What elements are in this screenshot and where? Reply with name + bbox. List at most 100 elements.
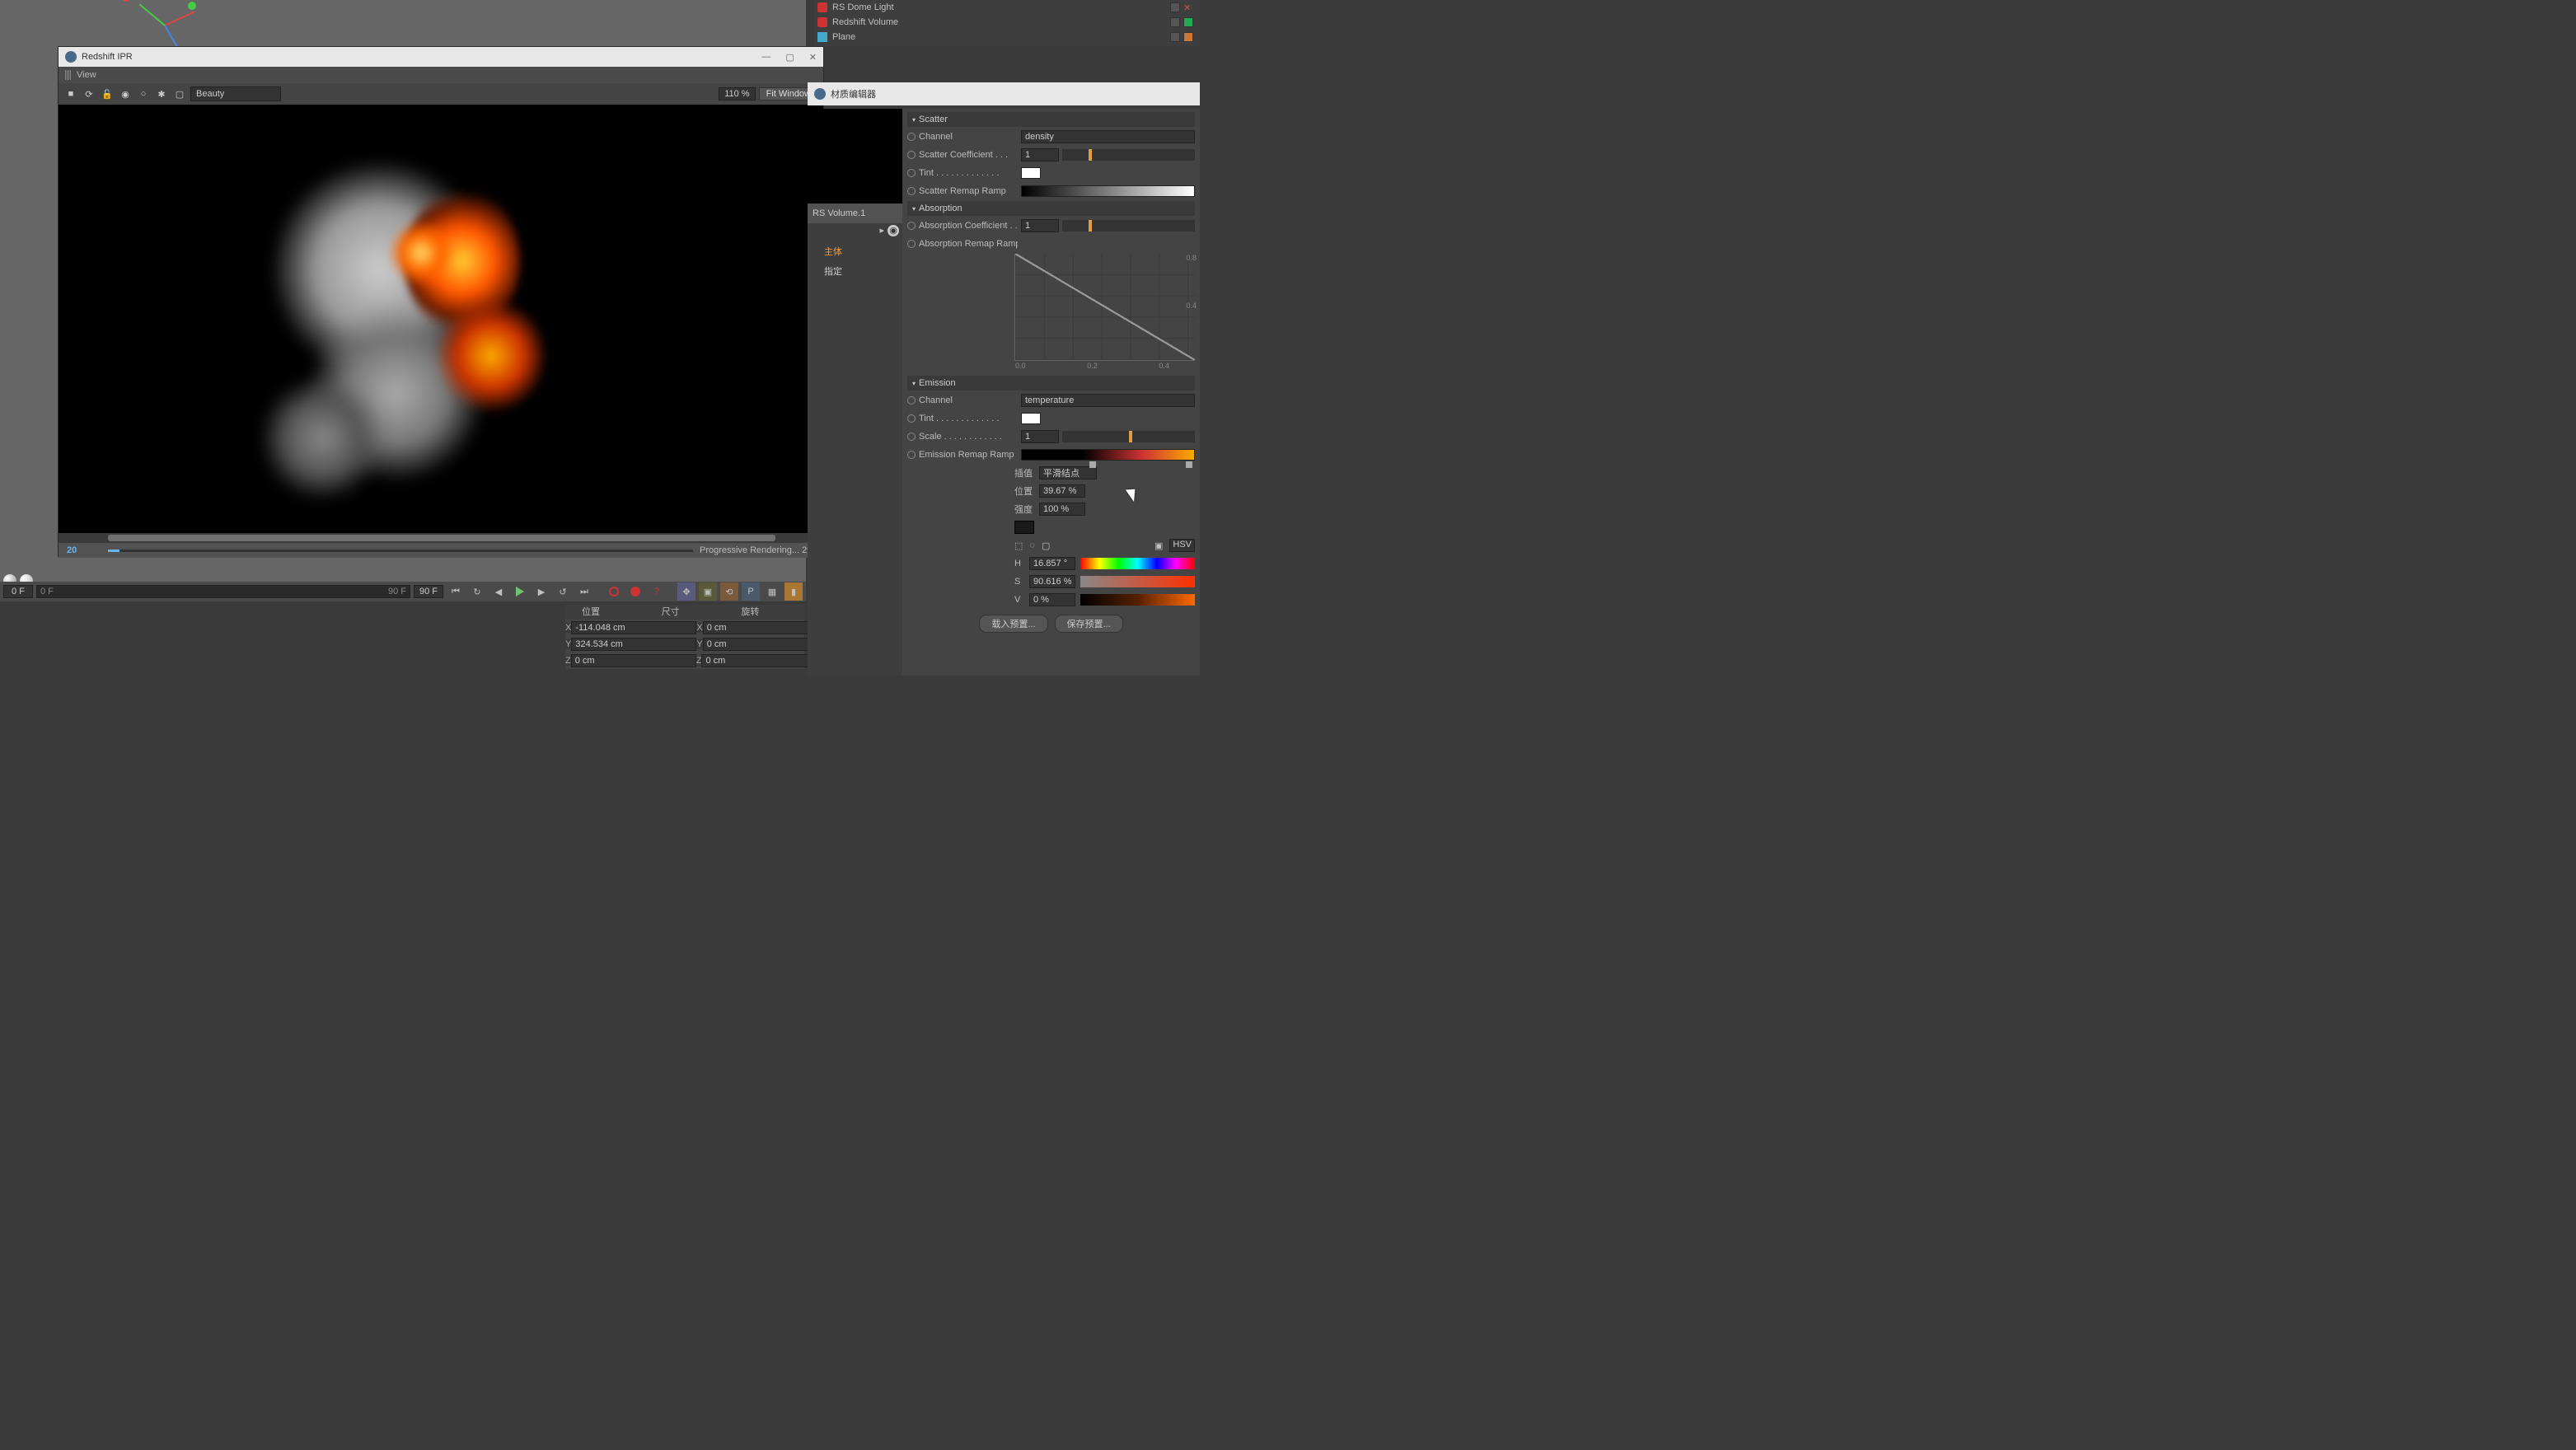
color-swatch[interactable] [1014, 521, 1034, 534]
close-icon[interactable]: ✕ [809, 52, 817, 63]
keyframe-ring-icon[interactable] [907, 414, 916, 423]
lock-icon[interactable]: 🔓 [100, 87, 115, 101]
emission-channel-input[interactable] [1021, 394, 1195, 407]
scatter-tint-swatch[interactable] [1021, 167, 1041, 179]
val-input[interactable] [1029, 593, 1075, 606]
section-absorption[interactable]: Absorption [907, 201, 1195, 216]
keyframe-ring-icon[interactable] [907, 240, 916, 248]
absorb-coeff-slider[interactable] [1062, 220, 1195, 232]
emission-scale-input[interactable] [1021, 430, 1059, 443]
layer-tag-icon[interactable] [1170, 17, 1180, 27]
keyframe-ring-icon[interactable] [907, 151, 916, 159]
material-tag-icon[interactable] [1183, 32, 1193, 42]
record-outline-button[interactable] [605, 582, 623, 601]
ipr-titlebar[interactable]: Redshift IPR — ▢ ✕ [59, 47, 823, 67]
hsv-mode-button[interactable]: HSV [1169, 539, 1195, 552]
val-slider[interactable] [1080, 594, 1195, 606]
scatter-coeff-input[interactable] [1021, 148, 1059, 161]
snapshot-icon[interactable]: ◉ [118, 87, 133, 101]
loop-fwd-button[interactable]: ↺ [554, 582, 572, 601]
hue-input[interactable] [1029, 557, 1075, 570]
emission-scale-slider[interactable] [1062, 431, 1195, 442]
layer-tag-icon[interactable] [1170, 32, 1180, 42]
pos-y-input[interactable] [571, 638, 696, 651]
pos-z-input[interactable] [571, 654, 696, 667]
material-preview[interactable] [808, 109, 902, 203]
region-circle-icon[interactable]: ○ [136, 87, 151, 101]
emission-tint-swatch[interactable] [1021, 413, 1041, 424]
picker-wheel-icon[interactable]: ◌ [1029, 540, 1035, 550]
emission-ramp[interactable] [1021, 449, 1195, 461]
sat-input[interactable] [1029, 575, 1075, 588]
globe-icon[interactable]: ◉ [888, 225, 899, 236]
keyframe-ring-icon[interactable] [907, 222, 916, 230]
delete-icon[interactable]: ✕ [1183, 2, 1193, 12]
end-frame-field[interactable]: 90 F [414, 585, 443, 598]
view-menu[interactable]: View [77, 70, 96, 80]
scene-item[interactable]: Redshift Volume [814, 15, 1200, 30]
keyframe-ring-icon[interactable] [907, 187, 916, 195]
goto-end-button[interactable]: ⏭ [575, 582, 593, 601]
timeline-track[interactable]: 0 F 90 F [36, 585, 410, 598]
refresh-icon[interactable]: ⟳ [82, 87, 96, 101]
keyframe-ring-icon[interactable] [907, 396, 916, 405]
material-node-name[interactable]: RS Volume.1 [808, 203, 902, 223]
play-button[interactable] [511, 582, 529, 601]
record-button[interactable] [626, 582, 644, 601]
section-scatter[interactable]: Scatter [907, 112, 1195, 127]
picker-square-icon[interactable]: ▢ [1042, 540, 1050, 551]
goto-start-button[interactable]: ⏮ [447, 582, 465, 601]
section-emission[interactable]: Emission [907, 376, 1195, 391]
scene-item[interactable]: RS Dome Light ✕ [814, 0, 1200, 15]
move-tool-button[interactable]: ✥ [677, 582, 696, 601]
pos-x-input[interactable] [571, 621, 696, 634]
ipr-status-bar: 20 Progressive Rendering... 2% [59, 543, 823, 558]
maximize-icon[interactable]: ▢ [785, 52, 794, 63]
picker-dropper-icon[interactable]: ⬚ [1014, 540, 1023, 551]
interp-dropdown[interactable] [1039, 466, 1097, 479]
tab-main[interactable]: 主体 [808, 241, 902, 261]
picker-img-icon[interactable]: ▣ [1155, 540, 1163, 551]
arrow-right-icon[interactable]: ▸ [879, 225, 884, 236]
enable-tag-icon[interactable] [1183, 17, 1193, 27]
loop-button[interactable]: ↻ [468, 582, 486, 601]
save-preset-button[interactable]: 保存预置... [1055, 615, 1123, 633]
load-preset-button[interactable]: 载入预置... [979, 615, 1047, 633]
horizontal-scrollbar[interactable] [59, 533, 823, 543]
tab-assign[interactable]: 指定 [808, 261, 902, 281]
hue-slider[interactable] [1080, 558, 1195, 569]
ramp-stop-handle[interactable] [1089, 461, 1096, 468]
keyframe-ring-icon[interactable] [907, 433, 916, 441]
scene-item[interactable]: Plane [814, 30, 1200, 44]
film-tool-button[interactable]: ▮ [785, 582, 803, 601]
absorb-coeff-input[interactable] [1021, 219, 1059, 232]
step-fwd-button[interactable]: ▶ [532, 582, 550, 601]
scatter-channel-input[interactable] [1021, 130, 1195, 143]
scatter-ramp[interactable] [1021, 185, 1195, 197]
snowflake-icon[interactable]: ✱ [154, 87, 169, 101]
render-viewport[interactable] [59, 105, 823, 533]
step-back-button[interactable]: ◀ [489, 582, 508, 601]
zoom-field[interactable]: 110 % [719, 87, 755, 101]
scatter-coeff-slider[interactable] [1062, 149, 1195, 161]
sat-slider[interactable] [1080, 576, 1195, 587]
rotate-tool-button[interactable]: ⟲ [720, 582, 738, 601]
ramp-stop-handle[interactable] [1186, 461, 1192, 468]
grid-tool-button[interactable]: ▦ [763, 582, 781, 601]
param-tool-button[interactable]: P [742, 582, 760, 601]
minimize-icon[interactable]: — [761, 52, 770, 63]
stop-position-input[interactable] [1039, 484, 1085, 498]
layer-tag-icon[interactable] [1170, 2, 1180, 12]
scale-tool-button[interactable]: ▣ [699, 582, 717, 601]
keyframe-ring-icon[interactable] [907, 133, 916, 141]
region-rect-icon[interactable]: ▢ [172, 87, 187, 101]
absorption-ramp-chart[interactable]: 0.8 0.4 0.0 0.2 0.4 [1014, 254, 1195, 361]
help-record-button[interactable]: ? [648, 582, 666, 601]
start-frame-field[interactable]: 0 F [3, 585, 33, 598]
stop-icon[interactable]: ■ [63, 87, 78, 101]
material-editor-titlebar[interactable]: 材质编辑器 [808, 82, 1200, 105]
keyframe-ring-icon[interactable] [907, 169, 916, 177]
aov-dropdown[interactable]: Beauty [190, 87, 281, 101]
stop-intensity-input[interactable] [1039, 503, 1085, 516]
keyframe-ring-icon[interactable] [907, 451, 916, 459]
